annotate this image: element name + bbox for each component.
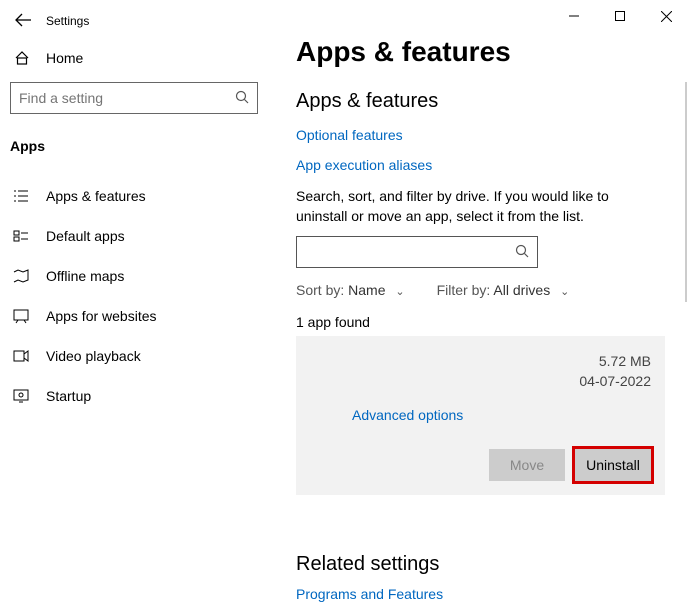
sort-by-dropdown[interactable]: Sort by: Name ⌄ [296, 282, 405, 298]
sidebar: Settings Home Apps Apps & features [0, 0, 268, 587]
app-list-item[interactable]: 5.72 MB 04-07-2022 Advanced options Move… [296, 336, 665, 495]
main-content: Apps & features Apps & features Optional… [268, 0, 689, 587]
sidebar-item-startup[interactable]: Startup [8, 376, 260, 416]
sidebar-item-label: Default apps [46, 228, 125, 244]
sidebar-item-label: Startup [46, 388, 91, 404]
sidebar-item-apps-features[interactable]: Apps & features [8, 176, 260, 216]
sidebar-item-label: Apps & features [46, 188, 146, 204]
defaults-icon [12, 228, 30, 244]
sidebar-item-default-apps[interactable]: Default apps [8, 216, 260, 256]
sidebar-home-label: Home [46, 50, 83, 66]
app-search-box[interactable] [296, 236, 538, 268]
chevron-down-icon: ⌄ [395, 286, 404, 298]
app-date: 04-07-2022 [579, 372, 651, 392]
websites-icon [12, 308, 30, 324]
filter-by-dropdown[interactable]: Filter by: All drives ⌄ [437, 282, 570, 298]
app-count: 1 app found [296, 314, 665, 330]
sidebar-item-label: Offline maps [46, 268, 124, 284]
sidebar-item-offline-maps[interactable]: Offline maps [8, 256, 260, 296]
search-icon [235, 90, 249, 107]
sidebar-item-video-playback[interactable]: Video playback [8, 336, 260, 376]
startup-icon [12, 388, 30, 404]
search-icon [515, 244, 529, 261]
link-optional-features[interactable]: Optional features [296, 127, 665, 143]
filter-value: All drives [493, 282, 550, 298]
move-button: Move [489, 449, 565, 481]
description-text: Search, sort, and filter by drive. If yo… [296, 187, 656, 226]
sidebar-home[interactable]: Home [8, 36, 260, 76]
uninstall-button[interactable]: Uninstall [575, 449, 651, 481]
sidebar-category: Apps [8, 130, 260, 162]
sidebar-item-label: Video playback [46, 348, 141, 364]
link-advanced-options[interactable]: Advanced options [352, 407, 651, 423]
filter-label: Filter by: [437, 282, 491, 298]
sidebar-item-apps-websites[interactable]: Apps for websites [8, 296, 260, 336]
sidebar-item-label: Apps for websites [46, 308, 157, 324]
chevron-down-icon: ⌄ [560, 286, 569, 298]
map-icon [12, 268, 30, 284]
page-title: Apps & features [296, 36, 665, 68]
find-setting-search[interactable] [10, 82, 258, 114]
link-programs-features[interactable]: Programs and Features [296, 586, 665, 602]
link-execution-aliases[interactable]: App execution aliases [296, 157, 665, 173]
back-icon[interactable] [14, 12, 32, 30]
scrollbar[interactable] [685, 82, 687, 302]
window-title: Settings [46, 14, 89, 28]
video-icon [12, 348, 30, 364]
sort-label: Sort by: [296, 282, 344, 298]
home-icon [14, 50, 30, 66]
section-title: Apps & features [296, 90, 665, 113]
sort-value: Name [348, 282, 385, 298]
related-settings-title: Related settings [296, 553, 665, 576]
list-icon [12, 188, 30, 204]
find-setting-input[interactable] [19, 90, 249, 106]
app-size: 5.72 MB [579, 352, 651, 372]
